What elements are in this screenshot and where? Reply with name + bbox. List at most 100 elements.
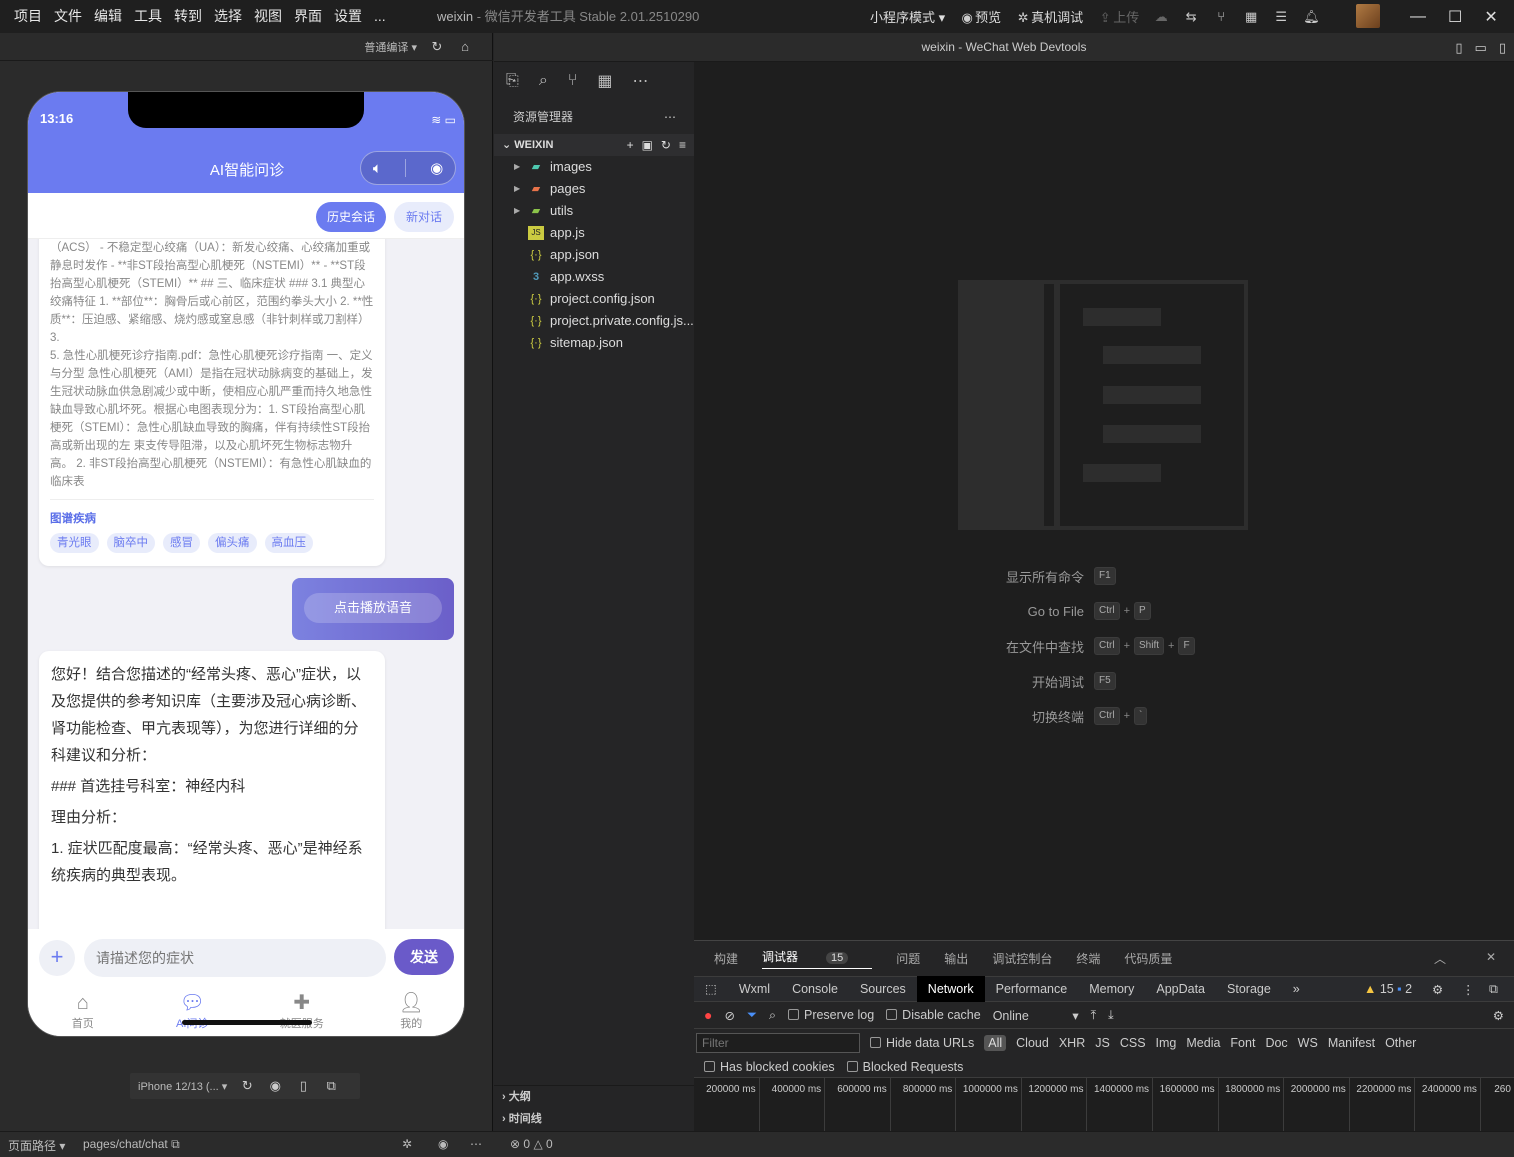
device-dropdown[interactable]: iPhone 12/13 (... ▾ bbox=[138, 1080, 227, 1093]
extensions-icon[interactable]: ▦ bbox=[597, 71, 612, 91]
type-filter[interactable]: CSS bbox=[1120, 1036, 1146, 1050]
mode-dropdown[interactable]: 小程序模式 ▾ bbox=[870, 7, 945, 26]
page-path-dropdown[interactable]: 页面路径 ▾ bbox=[8, 1137, 65, 1154]
files-icon[interactable]: ⎘ bbox=[506, 72, 519, 90]
disease-tag[interactable]: 偏头痛 bbox=[208, 533, 257, 553]
menu-more[interactable]: ... bbox=[368, 0, 392, 33]
speaker-icon[interactable]: 🔈︎ bbox=[373, 160, 382, 177]
tree-file[interactable]: {·} sitemap.json bbox=[494, 332, 694, 354]
tab-output[interactable]: 输出 bbox=[944, 950, 968, 967]
menu-edit[interactable]: 编辑 bbox=[88, 0, 128, 33]
disease-tag[interactable]: 高血压 bbox=[264, 533, 313, 553]
tab-ai-consult[interactable]: 💬︎AI问诊 bbox=[138, 985, 248, 1036]
export-icon[interactable]: ⤓ bbox=[1108, 1008, 1114, 1023]
tree-folder-utils[interactable]: ▶ ▰ utils bbox=[494, 200, 694, 222]
throttle-select[interactable]: Online ▾ bbox=[993, 1008, 1079, 1023]
type-filter[interactable]: Manifest bbox=[1328, 1036, 1375, 1050]
type-filter[interactable]: Cloud bbox=[1016, 1036, 1049, 1050]
tab-appdata[interactable]: AppData bbox=[1145, 976, 1216, 1002]
disable-cache-checkbox[interactable]: Disable cache bbox=[886, 1008, 981, 1022]
menu-view[interactable]: 视图 bbox=[248, 0, 288, 33]
real-debug-button[interactable]: ✲ 真机调试 bbox=[1015, 7, 1083, 26]
tree-file[interactable]: {·} project.config.json bbox=[494, 288, 694, 310]
preview-button[interactable]: ◉ 预览 bbox=[959, 7, 1001, 26]
warning-counter[interactable]: ▲ 15 ▪ 2 bbox=[1364, 982, 1412, 996]
type-filter[interactable]: XHR bbox=[1059, 1036, 1085, 1050]
record-icon[interactable]: ● bbox=[704, 1007, 712, 1023]
type-filter[interactable]: JS bbox=[1095, 1036, 1110, 1050]
tab-debugger[interactable]: 调试器 15 bbox=[762, 948, 873, 969]
type-filter[interactable]: WS bbox=[1298, 1036, 1318, 1050]
tab-terminal[interactable]: 终端 bbox=[1076, 950, 1100, 967]
avatar[interactable] bbox=[1356, 4, 1380, 28]
record-icon[interactable]: ◉ bbox=[267, 1078, 283, 1094]
toggle-panel-icon[interactable]: ▭ bbox=[1475, 33, 1487, 62]
minimize-icon[interactable]: — bbox=[1410, 8, 1426, 26]
type-filter[interactable]: Other bbox=[1385, 1036, 1416, 1050]
tab-network[interactable]: Network bbox=[916, 976, 985, 1002]
symptom-input[interactable] bbox=[84, 939, 386, 977]
menu-tools[interactable]: 工具 bbox=[128, 0, 168, 33]
timeline-header[interactable]: › 时间线 bbox=[494, 1108, 694, 1130]
search-icon[interactable]: ⌕ bbox=[539, 72, 548, 90]
tree-file[interactable]: {·} app.json bbox=[494, 244, 694, 266]
new-chat-button[interactable]: 新对话 bbox=[394, 202, 454, 232]
type-filter[interactable]: Media bbox=[1186, 1036, 1220, 1050]
tab-memory[interactable]: Memory bbox=[1078, 976, 1145, 1002]
type-filter-all[interactable]: All bbox=[984, 1034, 1007, 1051]
more-tabs-icon[interactable]: » bbox=[1282, 976, 1311, 1002]
tree-file[interactable]: {·} project.private.config.js... bbox=[494, 310, 694, 332]
disease-tag[interactable]: 青光眼 bbox=[50, 533, 99, 553]
tab-console[interactable]: Console bbox=[781, 976, 849, 1002]
blocked-cookies-checkbox[interactable]: Has blocked cookies bbox=[704, 1060, 835, 1074]
tab-storage[interactable]: Storage bbox=[1216, 976, 1282, 1002]
tree-folder-pages[interactable]: ▶ ▰ pages bbox=[494, 178, 694, 200]
tab-mine[interactable]: 👤︎ 我的 bbox=[357, 985, 465, 1036]
more-icon[interactable]: ⋯ bbox=[470, 1137, 482, 1151]
multi-window-icon[interactable]: ⧉ bbox=[323, 1078, 339, 1094]
collapse-icon[interactable]: ≡ bbox=[679, 134, 686, 156]
send-button[interactable]: 发送 bbox=[394, 939, 454, 975]
tab-build[interactable]: 构建 bbox=[714, 950, 738, 967]
blocked-requests-checkbox[interactable]: Blocked Requests bbox=[846, 1060, 963, 1074]
copy-icon[interactable]: ⧉ bbox=[171, 1137, 180, 1151]
type-filter[interactable]: Font bbox=[1230, 1036, 1255, 1050]
close-icon[interactable]: ✕ bbox=[1484, 7, 1497, 27]
debug-icon[interactable]: ✲ bbox=[402, 1137, 412, 1151]
menu-file[interactable]: 文件 bbox=[48, 0, 88, 33]
play-voice-button[interactable]: 点击播放语音 bbox=[304, 593, 442, 623]
maximize-icon[interactable]: ☐ bbox=[1448, 7, 1462, 27]
chat-area[interactable]: （ACS） - 不稳定型心绞痛（UA）：新发心绞痛、心绞痛加重或静息时发作 - … bbox=[28, 239, 464, 929]
branch-icon[interactable]: ⑂ bbox=[1213, 9, 1229, 25]
hide-data-urls-checkbox[interactable]: Hide data URLs bbox=[870, 1036, 974, 1050]
settings-icon[interactable]: ⚙ bbox=[1432, 982, 1443, 997]
menu-settings[interactable]: 设置 bbox=[328, 0, 368, 33]
tree-file[interactable]: JS app.js bbox=[494, 222, 694, 244]
chevron-up-icon[interactable]: ︿ bbox=[1434, 950, 1446, 967]
rotate-icon[interactable]: ↻ bbox=[239, 1078, 255, 1094]
outline-header[interactable]: › 大纲 bbox=[494, 1086, 694, 1108]
tree-file[interactable]: 3 app.wxss bbox=[494, 266, 694, 288]
filter-input[interactable] bbox=[696, 1032, 860, 1053]
search-icon[interactable]: ⌕ bbox=[769, 1008, 776, 1023]
source-control-icon[interactable]: ⑂ bbox=[568, 72, 578, 90]
inspect-icon[interactable]: ⬚ bbox=[694, 976, 728, 1002]
menu-select[interactable]: 选择 bbox=[208, 0, 248, 33]
layout-icon[interactable]: ▦ bbox=[1243, 9, 1259, 25]
refresh-icon[interactable]: ↻ bbox=[661, 134, 671, 156]
menu-project[interactable]: 项目 bbox=[8, 0, 48, 33]
close-panel-icon[interactable]: ✕ bbox=[1486, 950, 1496, 964]
tab-medical-service[interactable]: ✚就医服务 bbox=[247, 985, 357, 1036]
bell-icon[interactable]: 🔔︎ bbox=[1303, 9, 1320, 25]
clear-icon[interactable]: ⊘ bbox=[724, 1008, 734, 1023]
record-icon[interactable]: ◉ bbox=[430, 159, 443, 177]
tab-debug-console[interactable]: 调试控制台 bbox=[992, 950, 1052, 967]
menu-icon[interactable]: ☰ bbox=[1273, 9, 1289, 25]
import-icon[interactable]: ⤒ bbox=[1091, 1008, 1097, 1023]
menu-interface[interactable]: 界面 bbox=[288, 0, 328, 33]
compile-mode-dropdown[interactable]: 普通编译 ▾ bbox=[364, 39, 417, 55]
preserve-log-checkbox[interactable]: Preserve log bbox=[787, 1008, 874, 1022]
tree-folder-images[interactable]: ▶ ▰ images bbox=[494, 156, 694, 178]
tab-wxml[interactable]: Wxml bbox=[728, 976, 781, 1002]
new-folder-icon[interactable]: ▣ bbox=[642, 134, 653, 156]
